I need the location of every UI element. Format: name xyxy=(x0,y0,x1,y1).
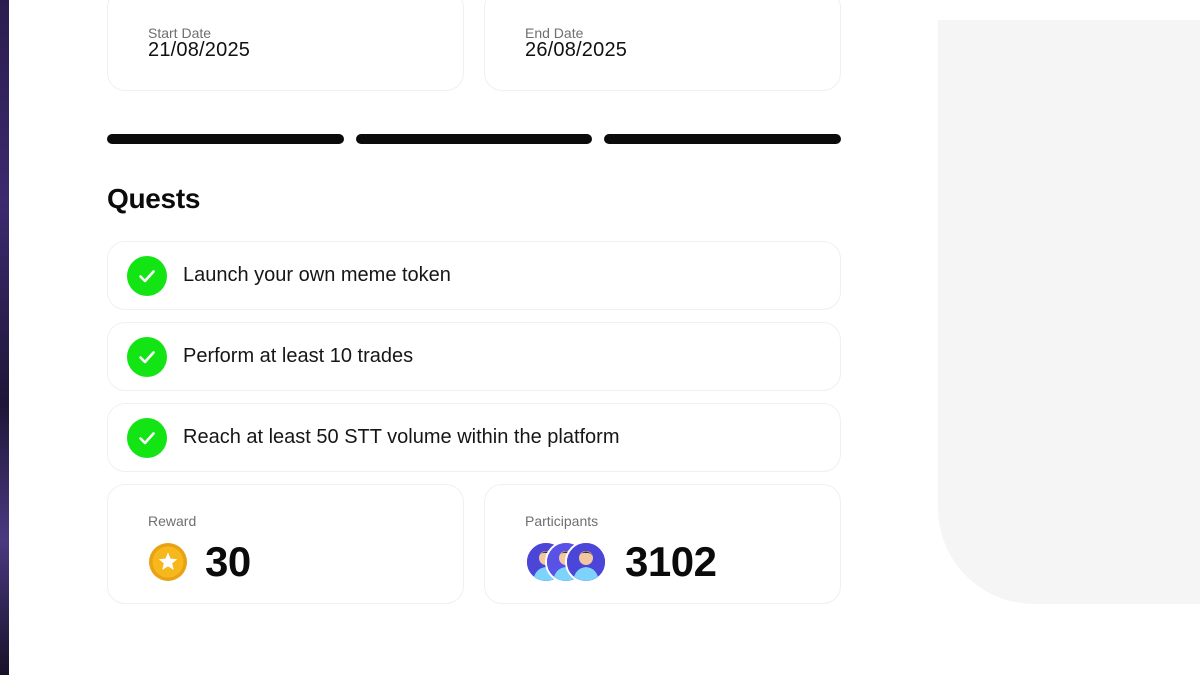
quest-item[interactable]: Reach at least 50 STT volume within the … xyxy=(107,403,841,472)
end-date-card: End Date 26/08/2025 xyxy=(484,0,841,91)
participants-label: Participants xyxy=(525,513,599,529)
start-date-value: 21/08/2025 xyxy=(148,39,251,61)
reward-card: Reward 30 xyxy=(107,484,464,604)
quest-item[interactable]: Perform at least 10 trades xyxy=(107,322,841,391)
quest-label: Reach at least 50 STT volume within the … xyxy=(183,426,620,448)
participants-row: 3102 xyxy=(525,538,717,585)
participants-value: 3102 xyxy=(625,538,717,585)
progress-segment xyxy=(355,134,593,144)
participants-card: Participants 3102 xyxy=(484,484,841,604)
progress-segment xyxy=(107,134,344,144)
quests-heading: Quests xyxy=(107,183,201,214)
avatar-stack-icon xyxy=(525,541,607,583)
quest-progress-bar xyxy=(107,134,842,144)
quest-label: Perform at least 10 trades xyxy=(183,345,414,367)
end-date-value: 26/08/2025 xyxy=(525,39,628,61)
quest-label: Launch your own meme token xyxy=(183,264,451,286)
quest-item[interactable]: Launch your own meme token xyxy=(107,241,841,310)
reward-row: 30 xyxy=(148,538,251,585)
check-circle-icon xyxy=(127,336,167,377)
avatar xyxy=(565,541,607,583)
background-strip xyxy=(0,0,9,675)
start-date-card: Start Date 21/08/2025 xyxy=(107,0,464,91)
side-panel xyxy=(938,20,1200,604)
check-circle-icon xyxy=(127,255,167,296)
reward-value: 30 xyxy=(205,538,251,585)
reward-label: Reward xyxy=(148,513,197,529)
check-circle-icon xyxy=(127,417,167,458)
star-coin-icon xyxy=(149,543,187,581)
progress-segment xyxy=(604,134,842,144)
